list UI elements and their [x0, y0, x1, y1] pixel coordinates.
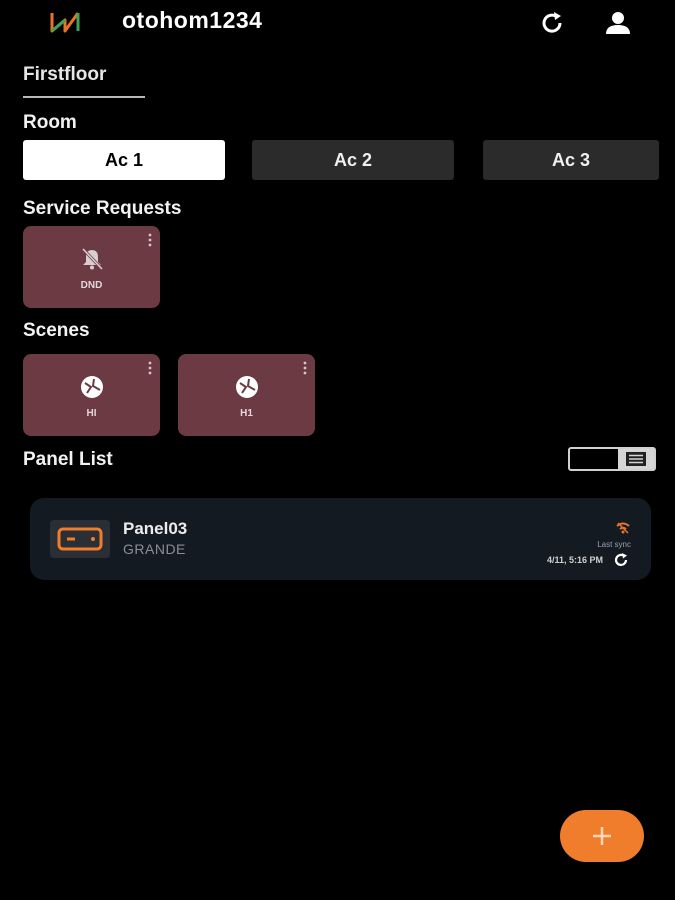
- otohom-logo-icon: [50, 12, 80, 33]
- panel-name: Panel03: [123, 519, 188, 538]
- app-title: otohom1234: [122, 7, 263, 33]
- app-screen: otohom1234 Firstfloor Room Ac 1 Ac 2 Ac …: [0, 0, 675, 900]
- service-requests-label: Service Requests: [23, 198, 182, 219]
- list-view-icon: [626, 452, 646, 466]
- scene-icon: [80, 376, 103, 398]
- app-header: otohom1234: [0, 0, 675, 44]
- room-tab-ac-1[interactable]: Ac 1: [23, 140, 225, 180]
- panel-list-label: Panel List: [23, 449, 113, 470]
- panel-device-icon: [50, 520, 110, 558]
- scene-tile-hi[interactable]: HI: [23, 354, 160, 436]
- last-sync-time: 4/11, 5:16 PM: [546, 555, 603, 565]
- plus-icon: [593, 827, 611, 845]
- scene-icon: [235, 376, 258, 398]
- room-section-label: Room: [23, 112, 77, 133]
- scene-tile-h1[interactable]: H1: [178, 354, 315, 436]
- last-sync-label: Last sync: [597, 540, 631, 549]
- room-tab-ac-2[interactable]: Ac 2: [252, 140, 454, 180]
- refresh-button[interactable]: [536, 9, 568, 37]
- more-options-icon[interactable]: [148, 361, 152, 375]
- list-view-toggle[interactable]: [568, 447, 656, 471]
- scene-tile-label: HI: [86, 408, 97, 419]
- user-profile-button[interactable]: [602, 9, 634, 37]
- toggle-knob: [618, 449, 654, 469]
- user-icon: [606, 12, 630, 34]
- service-tile-dnd[interactable]: DND: [23, 226, 160, 308]
- service-tile-label: DND: [80, 280, 103, 291]
- floor-tab-firstfloor[interactable]: Firstfloor: [23, 64, 106, 86]
- bell-off-icon: [81, 247, 103, 271]
- floor-tab-underline: [23, 96, 145, 98]
- more-options-icon[interactable]: [148, 233, 152, 247]
- room-tab-ac-3[interactable]: Ac 3: [483, 140, 659, 180]
- add-fab-button[interactable]: [560, 810, 644, 862]
- sync-icon[interactable]: [613, 552, 629, 568]
- wifi-icon: [616, 522, 630, 534]
- panel-subtitle: GRANDE: [123, 541, 186, 557]
- scenes-label: Scenes: [23, 320, 90, 341]
- scene-tile-label: H1: [240, 408, 253, 419]
- more-options-icon[interactable]: [303, 361, 307, 375]
- panel-card[interactable]: Panel03 GRANDE Last sync 4/11, 5:16 PM: [30, 498, 651, 580]
- refresh-icon: [542, 12, 562, 33]
